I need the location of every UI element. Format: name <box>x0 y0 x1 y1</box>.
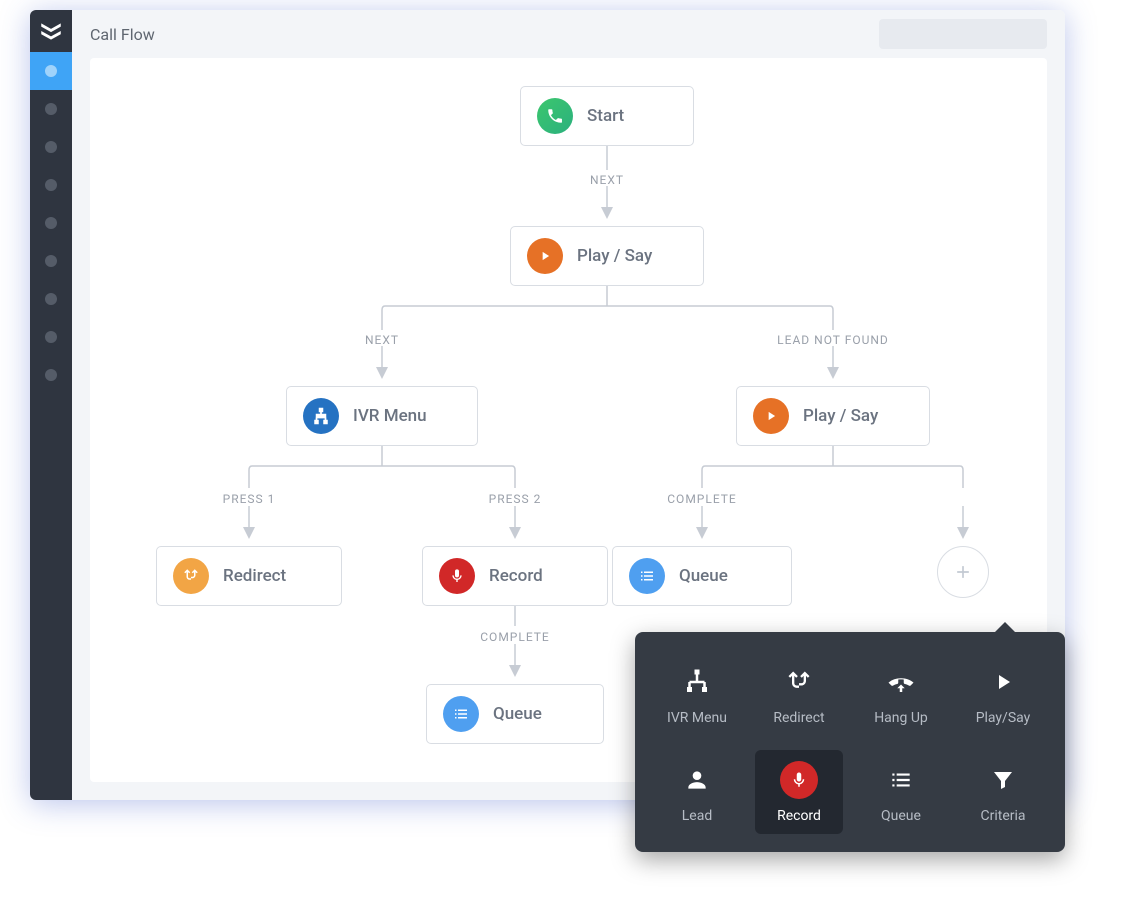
sidebar <box>30 10 72 800</box>
picker-item-label: Play/Say <box>976 710 1031 726</box>
funnel-icon <box>983 760 1023 800</box>
node-picker-popup: IVR Menu Redirect Hang Up <box>635 632 1065 852</box>
edge-label-press1: PRESS 1 <box>223 492 276 506</box>
edge-label-complete: COMPLETE <box>667 492 737 506</box>
add-node-button[interactable] <box>937 546 989 598</box>
sidebar-item-2[interactable] <box>30 90 72 128</box>
phone-icon <box>537 98 573 134</box>
edge-label-press2: PRESS 2 <box>489 492 542 506</box>
picker-item-label: IVR Menu <box>667 710 727 726</box>
hangup-icon <box>881 662 921 702</box>
page-title: Call Flow <box>90 25 155 44</box>
node-play-say-2[interactable]: Play / Say <box>736 386 930 446</box>
app-window: Call Flow <box>30 10 1065 800</box>
plus-icon <box>953 562 973 582</box>
node-record-label: Record <box>489 566 543 586</box>
list-icon <box>629 558 665 594</box>
person-icon <box>677 760 717 800</box>
picker-item-lead[interactable]: Lead <box>653 750 741 834</box>
node-play-say-label: Play / Say <box>577 246 652 266</box>
list-icon <box>881 760 921 800</box>
node-queue-left-label: Queue <box>493 704 542 724</box>
picker-item-label: Criteria <box>980 808 1025 824</box>
edge-label-root-next: NEXT <box>365 333 399 347</box>
picker-item-label: Lead <box>682 808 712 824</box>
main-area: Call Flow <box>72 10 1065 800</box>
mic-icon <box>779 760 819 800</box>
picker-item-ivr[interactable]: IVR Menu <box>653 652 741 736</box>
sidebar-item-3[interactable] <box>30 128 72 166</box>
flow-canvas[interactable]: NEXT NEXT LEAD NOT FOUND PRESS 1 PRESS 2… <box>90 58 1047 782</box>
list-icon <box>443 696 479 732</box>
topbar: Call Flow <box>72 10 1065 58</box>
edge-label-start-next: NEXT <box>590 173 624 187</box>
node-play-say[interactable]: Play / Say <box>510 226 704 286</box>
picker-item-record[interactable]: Record <box>755 750 843 834</box>
picker-item-hangup[interactable]: Hang Up <box>857 652 945 736</box>
picker-item-playsay[interactable]: Play/Say <box>959 652 1047 736</box>
node-queue-left[interactable]: Queue <box>426 684 604 744</box>
node-queue-right[interactable]: Queue <box>612 546 792 606</box>
sidebar-item-6[interactable] <box>30 242 72 280</box>
sitemap-icon <box>677 662 717 702</box>
picker-item-redirect[interactable]: Redirect <box>755 652 843 736</box>
picker-item-label: Queue <box>881 808 921 824</box>
app-logo-icon <box>38 18 64 44</box>
play-icon <box>753 398 789 434</box>
sidebar-item-1[interactable] <box>30 52 72 90</box>
sitemap-icon <box>303 398 339 434</box>
node-play-say-2-label: Play / Say <box>803 406 878 426</box>
mic-icon <box>439 558 475 594</box>
split-icon <box>173 558 209 594</box>
play-icon <box>527 238 563 274</box>
split-icon <box>779 662 819 702</box>
node-queue-right-label: Queue <box>679 566 728 586</box>
node-start[interactable]: Start <box>520 86 694 146</box>
node-redirect[interactable]: Redirect <box>156 546 342 606</box>
picker-item-label: Redirect <box>773 710 824 726</box>
header-action-placeholder[interactable] <box>879 19 1047 49</box>
edge-label-lead-not-found: LEAD NOT FOUND <box>777 333 889 347</box>
node-ivr-menu[interactable]: IVR Menu <box>286 386 478 446</box>
sidebar-item-7[interactable] <box>30 280 72 318</box>
node-start-label: Start <box>587 106 624 126</box>
picker-item-label: Record <box>777 808 821 824</box>
sidebar-item-9[interactable] <box>30 356 72 394</box>
sidebar-item-5[interactable] <box>30 204 72 242</box>
node-record[interactable]: Record <box>422 546 608 606</box>
sidebar-item-8[interactable] <box>30 318 72 356</box>
node-redirect-label: Redirect <box>223 566 286 586</box>
picker-item-criteria[interactable]: Criteria <box>959 750 1047 834</box>
picker-item-label: Hang Up <box>874 710 928 726</box>
node-ivr-label: IVR Menu <box>353 406 427 426</box>
picker-item-queue[interactable]: Queue <box>857 750 945 834</box>
edge-label-record-complete: COMPLETE <box>480 630 550 644</box>
play-solid-icon <box>983 662 1023 702</box>
sidebar-item-4[interactable] <box>30 166 72 204</box>
